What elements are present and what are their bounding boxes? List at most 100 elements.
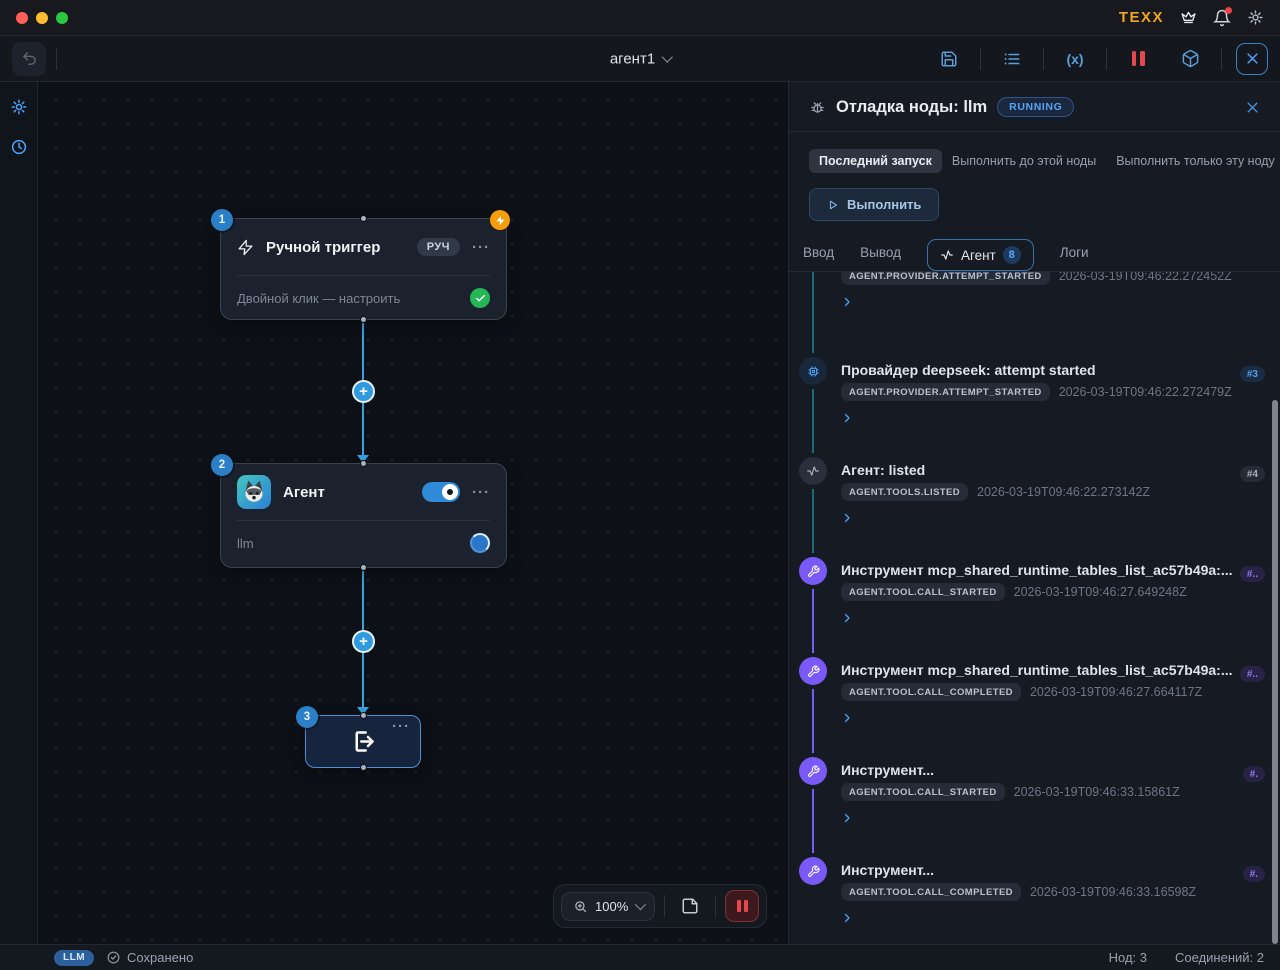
pause-execution-button[interactable]	[1121, 42, 1155, 76]
close-panel-button[interactable]	[1245, 100, 1260, 115]
debug-panel-title: Отладка ноды: llm	[836, 98, 987, 117]
history-clock-icon[interactable]	[10, 138, 28, 156]
success-check-icon	[470, 288, 490, 308]
window-controls	[16, 12, 68, 24]
pause-icon	[1132, 51, 1145, 66]
output-port[interactable]	[360, 764, 367, 771]
node-enabled-toggle[interactable]	[422, 482, 460, 502]
node-subtitle: llm	[237, 536, 254, 551]
agent-avatar	[237, 475, 271, 509]
node-output[interactable]: 3 ···	[305, 715, 421, 768]
node-menu-button[interactable]: ···	[472, 240, 490, 255]
running-status-badge: RUNNING	[997, 97, 1074, 117]
node-number-badge: 1	[211, 209, 233, 231]
zoom-in-icon	[573, 899, 588, 914]
check-circle-icon	[106, 950, 121, 965]
workflow-canvas[interactable]: + + 1 Ручной триггер РУЧ ··· Двойной	[38, 82, 788, 944]
input-port[interactable]	[360, 460, 367, 467]
sticky-note-icon	[681, 897, 699, 915]
save-button[interactable]	[932, 42, 966, 76]
canvas-controls: 100%	[553, 884, 767, 928]
trigger-bolt-badge	[490, 210, 510, 230]
event-title: Инструмент...	[841, 762, 1233, 778]
node-hint-text: Двойной клик — настроить	[237, 291, 400, 306]
output-port[interactable]	[360, 564, 367, 571]
zoom-level: 100%	[595, 899, 628, 914]
event-title: Провайдер deepseek: attempt started	[841, 362, 1233, 378]
event-number-badge: #.	[1243, 766, 1265, 782]
tab-agent[interactable]: Агент 8	[927, 239, 1034, 271]
event-row: Инструмент... AGENT.TOOL.CALL_COMPLETED …	[789, 862, 1280, 924]
expand-event-button[interactable]	[841, 412, 1234, 424]
expand-event-button[interactable]	[841, 296, 1234, 308]
event-title: Агент: listed	[841, 462, 1233, 478]
event-type-badge: AGENT.TOOLS.LISTED	[841, 483, 968, 501]
panel-scrollbar-thumb[interactable]	[1272, 400, 1278, 944]
zoom-level-dropdown[interactable]: 100%	[561, 892, 655, 921]
debug-panel: Отладка ноды: llm RUNNING Последний запу…	[788, 82, 1280, 944]
mode-last-run[interactable]: Последний запуск	[809, 149, 942, 173]
app-window: TEXX агент1	[0, 0, 1280, 970]
activity-icon	[799, 457, 827, 485]
canvas-settings-gear-icon[interactable]	[10, 98, 28, 116]
add-node-button-2[interactable]: +	[352, 630, 375, 653]
close-editor-button[interactable]	[1236, 43, 1268, 75]
expand-event-button[interactable]	[841, 612, 1234, 624]
event-type-badge: AGENT.TOOL.CALL_COMPLETED	[841, 683, 1021, 701]
event-type-badge: AGENT.TOOL.CALL_COMPLETED	[841, 883, 1021, 901]
model-badge: LLM	[54, 950, 94, 966]
event-title: Инструмент...	[841, 862, 1233, 878]
output-port[interactable]	[360, 316, 367, 323]
event-number-badge: #..	[1240, 666, 1265, 682]
add-node-button-1[interactable]: +	[352, 380, 375, 403]
package-button[interactable]	[1173, 42, 1207, 76]
workflow-title-dropdown[interactable]: агент1	[610, 50, 670, 67]
undo-button[interactable]	[12, 42, 46, 76]
variables-button[interactable]: (x)	[1058, 42, 1092, 76]
crown-icon[interactable]	[1180, 9, 1197, 26]
minimize-window-button[interactable]	[36, 12, 48, 24]
input-port[interactable]	[360, 215, 367, 222]
settings-gear-icon[interactable]	[1247, 9, 1264, 26]
maximize-window-button[interactable]	[56, 12, 68, 24]
bolt-icon	[237, 239, 254, 256]
left-sidebar	[0, 82, 38, 944]
expand-event-button[interactable]	[841, 512, 1234, 524]
status-bar: LLM Сохранено Нод: 3 Соединений: 2	[0, 944, 1280, 970]
event-type-badge: AGENT.TOOL.CALL_STARTED	[841, 783, 1005, 801]
node-manual-trigger[interactable]: 1 Ручной триггер РУЧ ··· Двойной клик — …	[220, 218, 507, 320]
expand-event-button[interactable]	[841, 712, 1234, 724]
event-row: Агент: listed AGENT.TOOLS.LISTED 2026-03…	[789, 462, 1280, 524]
input-port[interactable]	[360, 712, 367, 719]
brand-logo: TEXX	[1119, 9, 1164, 26]
node-menu-button[interactable]: ···	[392, 719, 410, 734]
notifications-bell-icon[interactable]	[1213, 9, 1231, 27]
event-row: Провайдер deepseek: attempt started AGEN…	[789, 362, 1280, 424]
event-number-badge: #..	[1240, 566, 1265, 582]
event-timestamp: 2026-03-19T09:46:33.16598Z	[1030, 885, 1196, 899]
node-menu-button[interactable]: ···	[472, 485, 490, 500]
add-note-button[interactable]	[674, 890, 706, 922]
event-title: Инструмент mcp_shared_runtime_tables_lis…	[841, 662, 1233, 678]
tab-input[interactable]: Ввод	[803, 245, 834, 260]
node-agent[interactable]: 2 Агент	[220, 463, 507, 568]
event-timestamp: 2026-03-19T09:46:33.15861Z	[1014, 785, 1180, 799]
mode-run-until[interactable]: Выполнить до этой ноды	[952, 154, 1096, 168]
activity-icon	[940, 248, 954, 262]
expand-event-button[interactable]	[841, 912, 1234, 924]
expand-event-button[interactable]	[841, 812, 1234, 824]
chevron-down-icon	[635, 899, 646, 910]
mode-run-only[interactable]: Выполнить только эту ноду	[1116, 154, 1275, 168]
tab-logs[interactable]: Логи	[1060, 245, 1089, 260]
close-window-button[interactable]	[16, 12, 28, 24]
list-view-button[interactable]	[995, 42, 1029, 76]
tab-output[interactable]: Вывод	[860, 245, 901, 260]
stop-execution-button[interactable]	[725, 890, 759, 922]
event-title: Инструмент mcp_shared_runtime_tables_lis…	[841, 562, 1233, 578]
event-row-clipped: AGENT.PROVIDER.ATTEMPT_STARTED 2026-03-1…	[789, 272, 1280, 308]
bug-icon	[809, 99, 826, 116]
run-button[interactable]: Выполнить	[809, 188, 939, 221]
event-timestamp: 2026-03-19T09:46:22.273142Z	[977, 485, 1150, 499]
provider-chip-icon	[799, 357, 827, 385]
event-row: Инструмент mcp_shared_runtime_tables_lis…	[789, 562, 1280, 624]
